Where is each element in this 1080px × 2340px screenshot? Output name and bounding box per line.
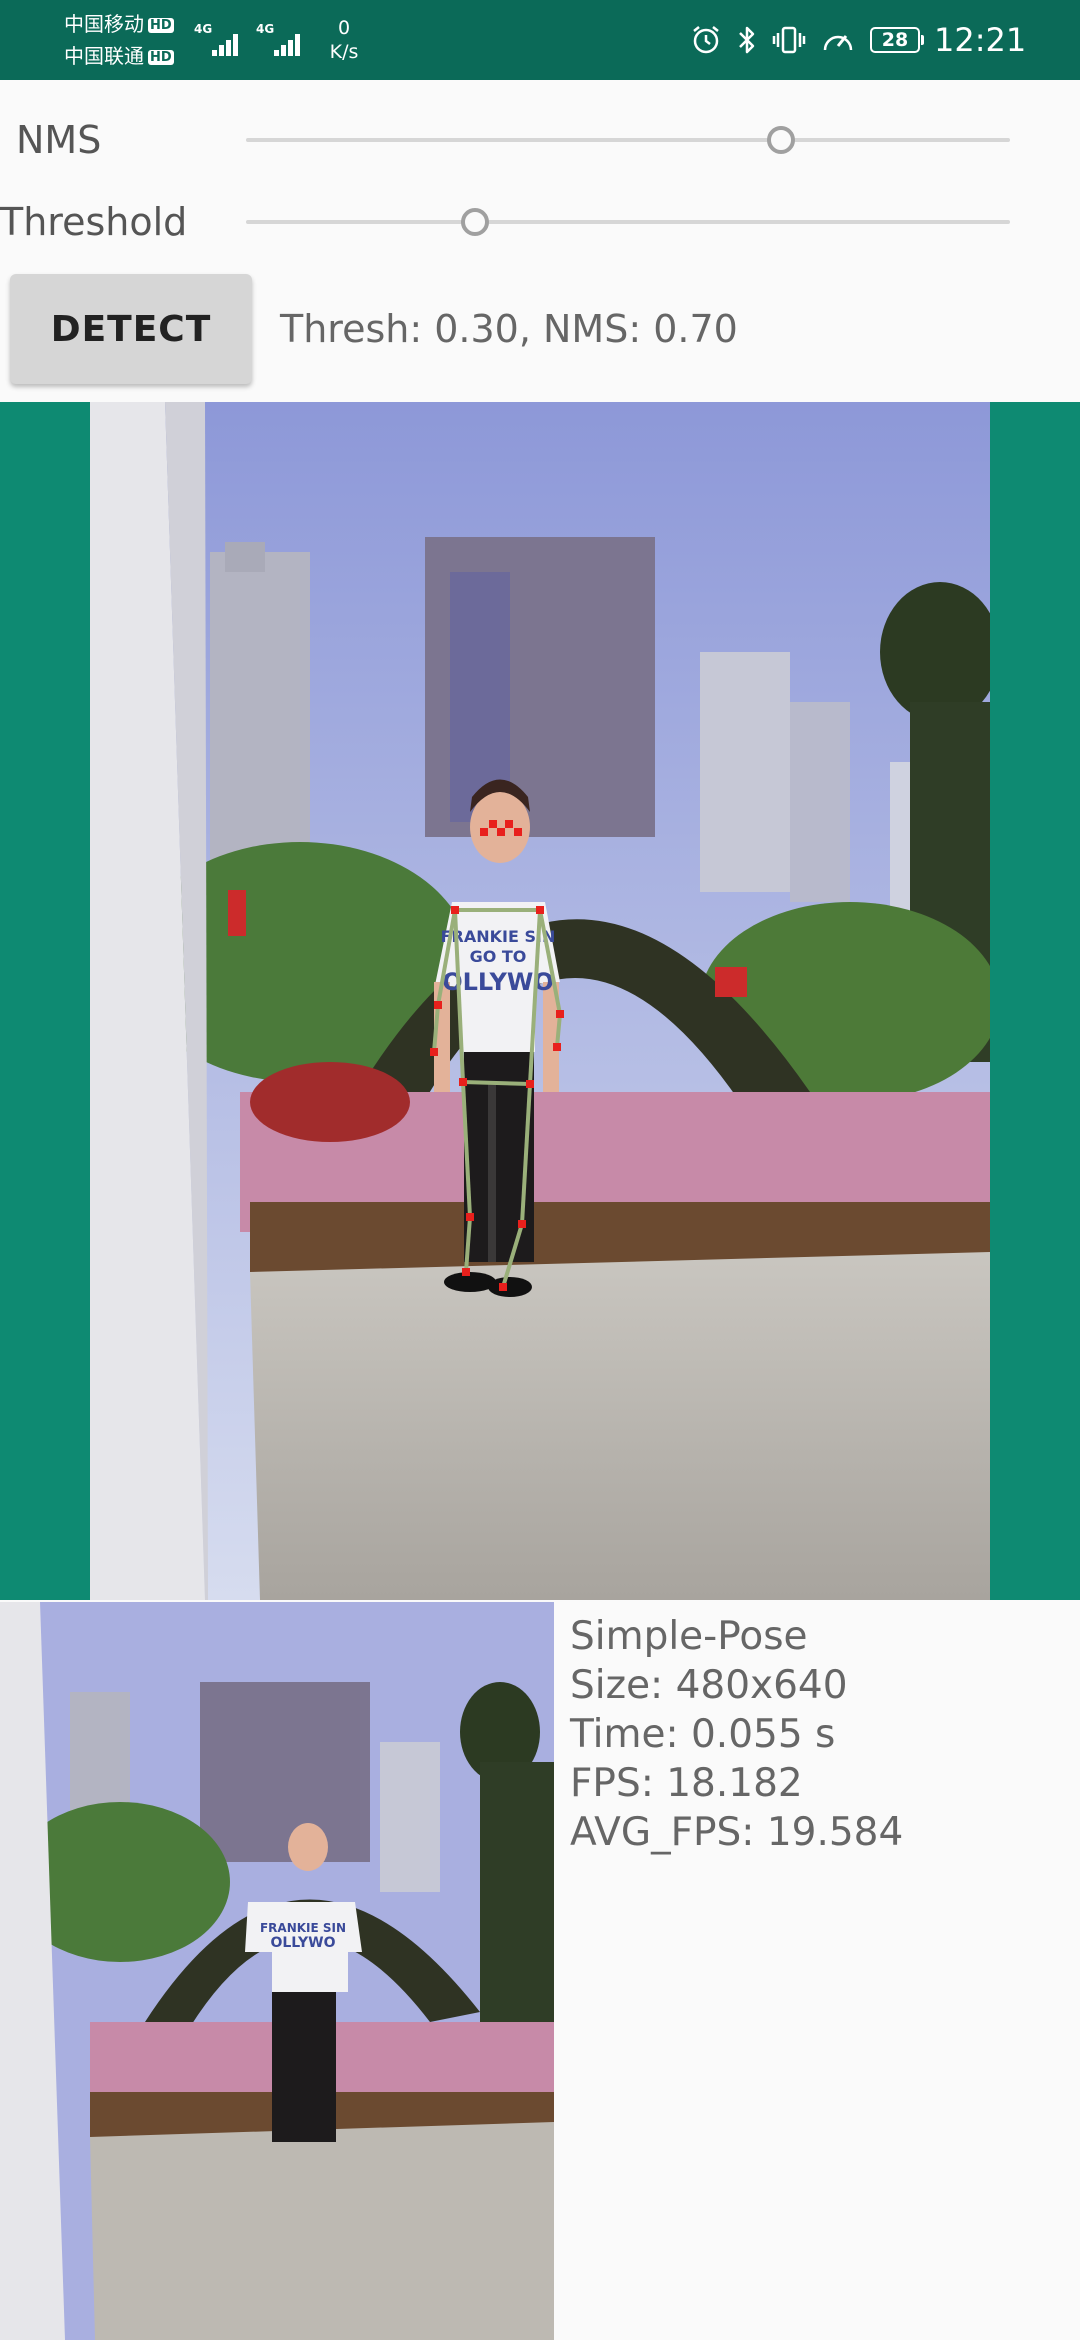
nms-slider-track[interactable] [246, 138, 1010, 142]
threshold-slider-track[interactable] [246, 220, 1010, 224]
input-size: Size: 480x640 [570, 1663, 848, 1708]
threshold-slider[interactable] [246, 208, 1010, 236]
input-thumbnail: FRANKIE SIN OLLYWO [0, 1602, 554, 2340]
inference-info: Simple-Pose Size: 480x640 Time: 0.055 s … [570, 1612, 903, 1857]
signal-strength-icon: 4G [256, 22, 312, 58]
hd-badge: HD [148, 50, 174, 65]
battery-icon: 28 [870, 27, 924, 53]
carrier-1: 中国移动 HD [64, 12, 174, 36]
svg-text:OLLYWO: OLLYWO [270, 1935, 335, 1951]
nms-slider-thumb[interactable] [766, 126, 795, 154]
bluetooth-icon [739, 26, 755, 54]
model-name: Simple-Pose [570, 1614, 808, 1659]
svg-text:GO TO: GO TO [470, 947, 527, 966]
signal-strength-icon: 4G [194, 22, 250, 58]
threshold-row: Threshold [0, 182, 1080, 262]
nms-slider[interactable] [246, 126, 1010, 154]
speed-gauge-icon [823, 35, 853, 51]
params-text: Thresh: 0.30, NMS: 0.70 [280, 307, 738, 351]
fps-value: FPS: 18.182 [570, 1761, 803, 1806]
pose-scene: FRANKIE SIN GO TO OLLYWO [90, 402, 990, 1600]
status-bar: 中国移动 HD 中国联通 HD 4G 4G 0 K/s 28 12:21 [0, 0, 1080, 80]
carrier-2: 中国联通 HD [64, 44, 174, 68]
thumbnail-scene: FRANKIE SIN OLLYWO [0, 1602, 554, 2340]
avg-fps-value: AVG_FPS: 19.584 [570, 1810, 904, 1855]
hd-badge: HD [148, 18, 174, 33]
network-speed: 0 K/s [329, 17, 359, 63]
result-view: FRANKIE SIN GO TO OLLYWO [0, 402, 1080, 1600]
status-icons: 28 [690, 20, 924, 60]
inference-time: Time: 0.055 s [570, 1712, 836, 1757]
threshold-slider-thumb[interactable] [461, 208, 490, 236]
alarm-icon [693, 26, 719, 54]
threshold-label: Threshold [0, 200, 188, 244]
detect-button[interactable]: DETECT [10, 274, 252, 384]
clock: 12:21 [934, 21, 1027, 59]
vibrate-icon [772, 26, 806, 54]
nms-row: NMS [0, 100, 1080, 180]
detection-photo: FRANKIE SIN GO TO OLLYWO [90, 402, 990, 1600]
nms-label: NMS [16, 118, 102, 162]
svg-text:FRANKIE SIN: FRANKIE SIN [260, 1921, 346, 1935]
